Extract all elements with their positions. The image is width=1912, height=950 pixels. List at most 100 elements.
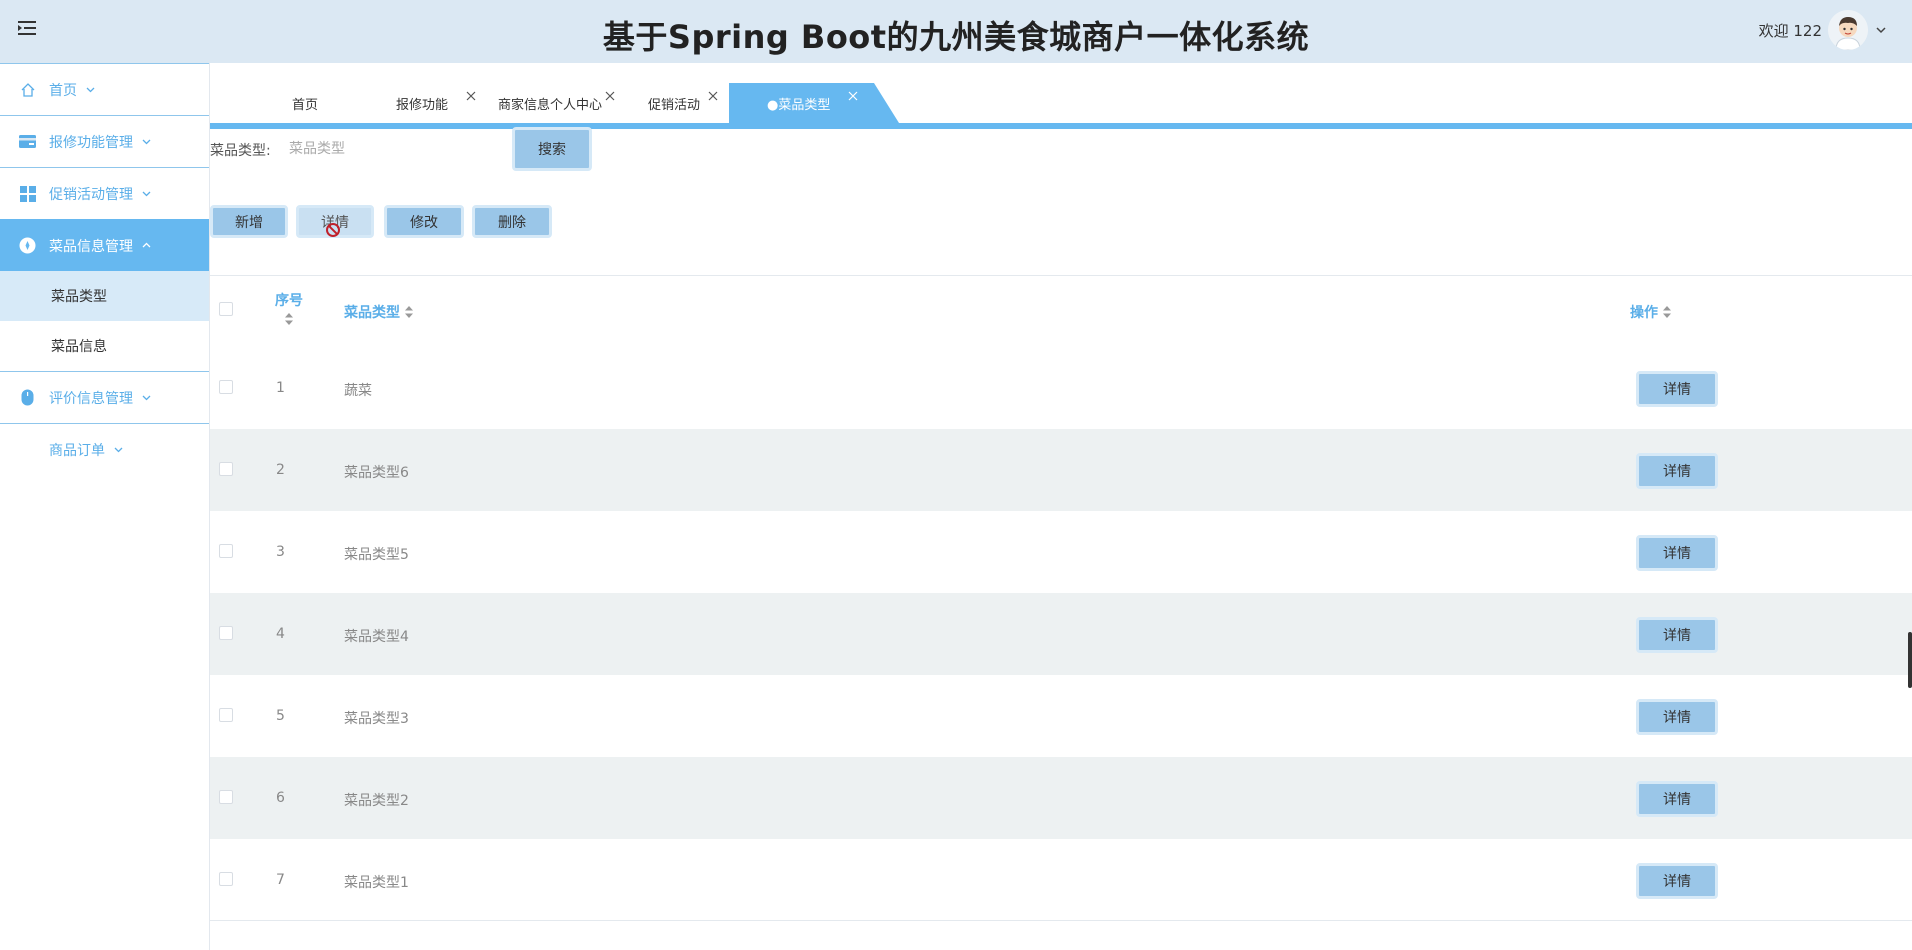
row-detail-button[interactable]: 详情	[1636, 863, 1718, 899]
table-top-border	[210, 275, 1912, 276]
row-checkbox[interactable]	[219, 708, 233, 722]
row-dish-type: 菜品类型3	[344, 711, 409, 727]
row-dish-type: 菜品类型4	[344, 629, 409, 645]
tab-bar: 首页 报修功能 商家信息个人中心 促销活动 ●菜品类型	[210, 83, 1912, 123]
user-menu[interactable]: 欢迎 122	[1759, 10, 1888, 50]
row-dish-type: 菜品类型1	[344, 875, 409, 891]
table-row[interactable]: 6 菜品类型2 详情	[210, 757, 1912, 839]
tab-label: 首页	[292, 97, 319, 113]
close-icon[interactable]	[466, 91, 476, 101]
sidebar-item-review[interactable]: 评价信息管理	[0, 371, 209, 423]
table-bottom-border	[210, 920, 1912, 921]
app-title: 基于Spring Boot的九州美食城商户一体化系统	[602, 18, 1310, 56]
sidebar-item-dish-management[interactable]: 菜品信息管理	[0, 219, 209, 271]
row-detail-button[interactable]: 详情	[1636, 371, 1718, 407]
column-header-label: 操作	[1630, 305, 1658, 321]
chevron-up-icon	[142, 242, 151, 248]
row-detail-button[interactable]: 详情	[1636, 617, 1718, 653]
sort-icon[interactable]	[1662, 305, 1672, 319]
sidebar-item-repair[interactable]: 报修功能管理	[0, 115, 209, 167]
card-icon	[19, 133, 36, 150]
add-button[interactable]: 新增	[210, 205, 288, 238]
tab-label: ●菜品类型	[767, 97, 831, 113]
delete-button[interactable]: 删除	[472, 205, 552, 238]
row-index: 4	[276, 626, 285, 642]
table-row[interactable]: 7 菜品类型1 详情	[210, 839, 1912, 921]
tab-label: 商家信息个人中心	[498, 97, 603, 113]
sidebar-item-home[interactable]: 首页	[0, 63, 209, 115]
close-icon[interactable]	[605, 91, 615, 101]
tab-repair[interactable]: 报修功能	[396, 83, 476, 123]
sidebar: 首页 报修功能管理 促销活动管理 菜品信息管理 菜品类型 菜品信息 评价信息管理	[0, 63, 210, 950]
row-dish-type: 菜品类型2	[344, 793, 409, 809]
table-row[interactable]: 3 菜品类型5 详情	[210, 511, 1912, 593]
compass-icon	[19, 237, 36, 254]
row-checkbox[interactable]	[219, 380, 233, 394]
sidebar-item-label: 评价信息管理	[49, 390, 133, 407]
column-header-label: 菜品类型	[344, 305, 400, 321]
row-checkbox[interactable]	[219, 790, 233, 804]
sidebar-subitem-label: 菜品信息	[51, 339, 107, 355]
row-detail-button[interactable]: 详情	[1636, 453, 1718, 489]
table-row[interactable]: 1 蔬菜 详情	[210, 347, 1912, 429]
edit-button[interactable]: 修改	[384, 205, 464, 238]
row-dish-type: 菜品类型6	[344, 465, 409, 481]
table-row[interactable]: 2 菜品类型6 详情	[210, 429, 1912, 511]
sidebar-subitem-dish-info[interactable]: 菜品信息	[0, 321, 209, 371]
grid-icon	[19, 185, 36, 202]
chevron-down-icon	[142, 191, 151, 197]
column-header-type[interactable]: 菜品类型	[344, 302, 414, 322]
tab-dish-type[interactable]: ●菜品类型	[767, 83, 858, 123]
row-checkbox[interactable]	[219, 462, 233, 476]
close-icon[interactable]	[848, 91, 858, 101]
search-button[interactable]: 搜索	[512, 127, 592, 171]
row-dish-type: 菜品类型5	[344, 547, 409, 563]
row-checkbox[interactable]	[219, 544, 233, 558]
sort-icon[interactable]	[404, 305, 414, 319]
row-detail-button[interactable]: 详情	[1636, 699, 1718, 735]
table-row[interactable]: 5 菜品类型3 详情	[210, 675, 1912, 757]
tab-home[interactable]: 首页	[292, 83, 318, 123]
row-index: 5	[276, 708, 285, 724]
row-detail-button[interactable]: 详情	[1636, 781, 1718, 817]
row-detail-button[interactable]: 详情	[1636, 535, 1718, 571]
mouse-icon	[19, 389, 36, 406]
chevron-down-icon[interactable]	[1874, 23, 1888, 37]
avatar[interactable]	[1828, 10, 1868, 50]
row-checkbox[interactable]	[219, 872, 233, 886]
row-index: 1	[276, 380, 285, 396]
chevron-down-icon	[114, 447, 123, 453]
search-input[interactable]	[289, 134, 499, 164]
table-row[interactable]: 4 菜品类型4 详情	[210, 593, 1912, 675]
tab-label: 报修功能	[396, 97, 449, 113]
close-icon[interactable]	[708, 91, 718, 101]
sidebar-item-promotion[interactable]: 促销活动管理	[0, 167, 209, 219]
tab-label: 促销活动	[648, 97, 701, 113]
row-dish-type: 蔬菜	[344, 383, 372, 399]
sidebar-item-label: 首页	[49, 82, 77, 99]
select-all-checkbox[interactable]	[219, 302, 233, 316]
row-index: 7	[276, 872, 285, 888]
chevron-down-icon	[142, 139, 151, 145]
row-index: 2	[276, 462, 285, 478]
row-index: 3	[276, 544, 285, 560]
sidebar-item-orders[interactable]: 商品订单	[0, 423, 209, 475]
sidebar-subitem-label: 菜品类型	[51, 289, 107, 305]
top-header: 基于Spring Boot的九州美食城商户一体化系统 欢迎 122	[0, 0, 1912, 63]
sidebar-item-label: 报修功能管理	[49, 134, 133, 151]
avatar-image-icon	[1828, 10, 1868, 50]
column-header-index[interactable]: 序号	[275, 290, 303, 326]
row-index: 6	[276, 790, 285, 806]
tab-merchant-center[interactable]: 商家信息个人中心	[498, 83, 615, 123]
chevron-down-icon	[86, 87, 95, 93]
sort-icon[interactable]	[284, 312, 294, 326]
scrollbar-handle[interactable]	[1908, 632, 1912, 688]
row-checkbox[interactable]	[219, 626, 233, 640]
sidebar-item-label: 促销活动管理	[49, 186, 133, 203]
column-header-op[interactable]: 操作	[1630, 302, 1672, 322]
sidebar-item-label: 菜品信息管理	[49, 238, 133, 255]
home-icon	[19, 81, 36, 98]
tab-promotion[interactable]: 促销活动	[648, 83, 718, 123]
sidebar-subitem-dish-type[interactable]: 菜品类型	[0, 271, 209, 321]
column-header-label: 序号	[275, 293, 303, 309]
